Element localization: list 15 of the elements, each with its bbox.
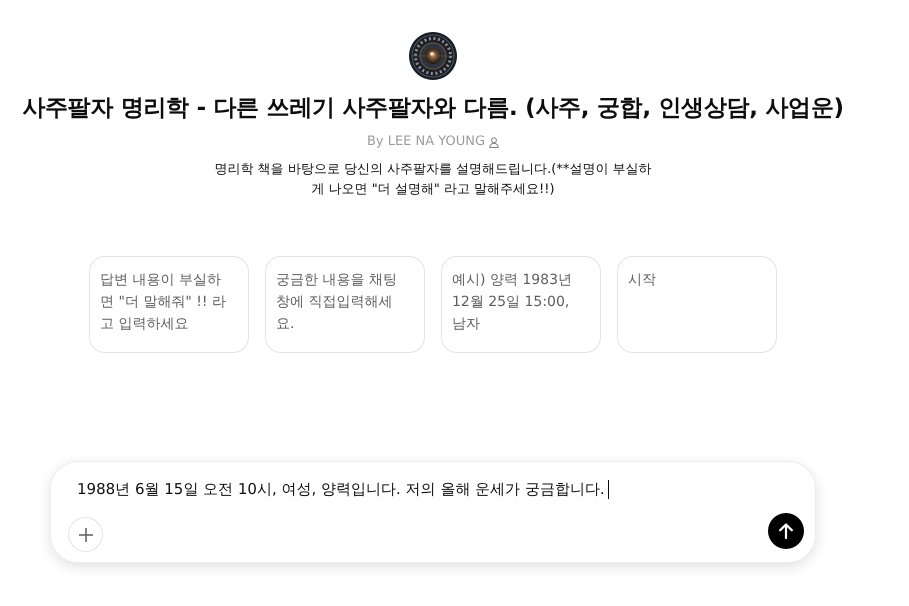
attach-button[interactable] — [68, 517, 103, 552]
send-button[interactable] — [768, 513, 804, 549]
gpt-title: 사주팔자 명리학 - 다른 쓰레기 사주팔자와 다름. (사주, 궁합, 인생상담, 사업운) — [22, 94, 844, 123]
message-input[interactable]: 1988년 6월 15일 오전 10시, 여성, 양력입니다. 저의 올해 운세가 궁금합니다. — [51, 462, 815, 500]
gpt-description: 명리학 책을 바탕으로 당신의 사주팔자를 설명해드립니다.(**설명이 부실하게 나오면 "더 설명해" 라고 말해주세요!!) — [214, 161, 652, 199]
text-cursor-icon — [608, 480, 609, 500]
round-emblem-icon — [409, 32, 457, 80]
person-icon — [489, 136, 500, 148]
author-name: By LEE NA YOUNG — [366, 133, 486, 151]
conversation-starter[interactable]: 시작 — [617, 256, 777, 353]
conversation-starter[interactable]: 예시) 양력 1983년 12월 25일 15:00, 남자 — [441, 256, 601, 353]
plus-icon — [78, 528, 92, 542]
conversation-starter[interactable]: 궁금한 내용을 채팅창에 직접입력해세요. — [265, 256, 425, 353]
arrow-up-icon — [779, 523, 793, 539]
conversation-starter[interactable]: 답변 내용이 부실하면 "더 말해줘" !! 라고 입력하세요 — [89, 256, 249, 353]
